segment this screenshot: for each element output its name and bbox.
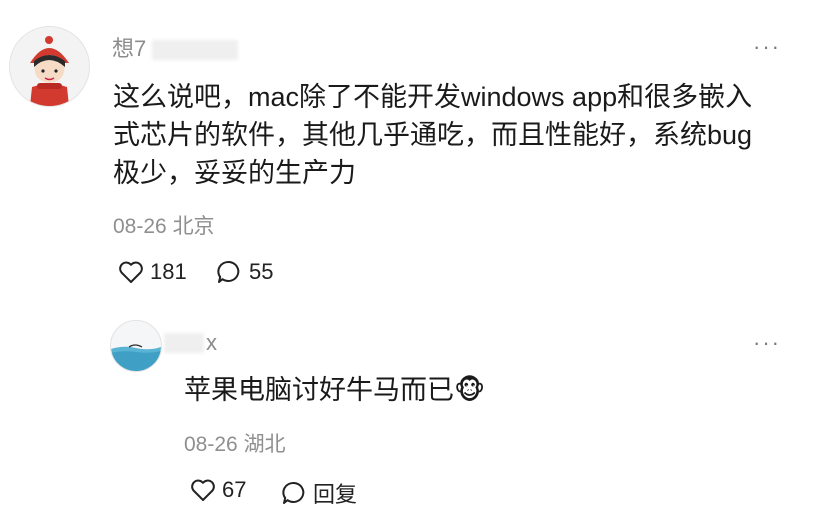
comment-line: 极少，妥妥的生产力 (113, 158, 356, 188)
heart-icon (119, 261, 143, 283)
reply-more-options-icon[interactable]: ··· (753, 330, 781, 356)
reply-label: 回复 (313, 482, 358, 507)
reply-date: 08-26 (184, 433, 238, 456)
reply-meta: 08-26 湖北 (184, 428, 286, 458)
speech-bubble-icon (282, 482, 305, 504)
comment-line: 式芯片的软件，其他几乎通吃，而且性能好，系统bug (113, 120, 753, 150)
more-options-icon[interactable]: ··· (753, 34, 781, 60)
reply-location: 湖北 (243, 433, 286, 456)
reply-reply-button[interactable]: 回复 (281, 477, 357, 509)
reply-content: 苹果电脑讨好牛马而已🐵 (184, 371, 485, 409)
like-button[interactable]: 181 (118, 259, 187, 285)
reply-text: 苹果电脑讨好牛马而已 (184, 375, 454, 405)
reply-username[interactable]: x (164, 330, 217, 356)
speech-bubble-icon (217, 261, 240, 283)
comment-meta: 08-26 北京 (113, 210, 215, 240)
like-count: 181 (150, 259, 187, 284)
comment-location: 北京 (172, 215, 215, 238)
comment-date: 08-26 (113, 215, 167, 238)
reply-avatar-image (111, 321, 161, 371)
heart-icon (191, 479, 215, 501)
username[interactable]: 想7 (112, 31, 239, 63)
avatar[interactable] (9, 26, 90, 107)
avatar-image (10, 27, 89, 106)
redacted-name-block (164, 333, 204, 353)
reply-like-button[interactable]: 67 (190, 477, 246, 503)
monkey-emoji-icon: 🐵 (454, 375, 486, 405)
reply-count: 55 (249, 259, 274, 284)
comment-content: 这么说吧，mac除了不能开发windows app和很多嵌入 式芯片的软件，其他… (113, 78, 803, 192)
reply-username-text: x (206, 330, 217, 355)
redacted-name-block (152, 40, 239, 61)
reply-button[interactable]: 55 (216, 259, 273, 285)
reply-avatar[interactable] (110, 320, 162, 372)
reply-like-count: 67 (222, 477, 247, 502)
username-text: 想7 (112, 36, 147, 61)
comment-line: 这么说吧，mac除了不能开发windows app和很多嵌入 (113, 82, 753, 112)
